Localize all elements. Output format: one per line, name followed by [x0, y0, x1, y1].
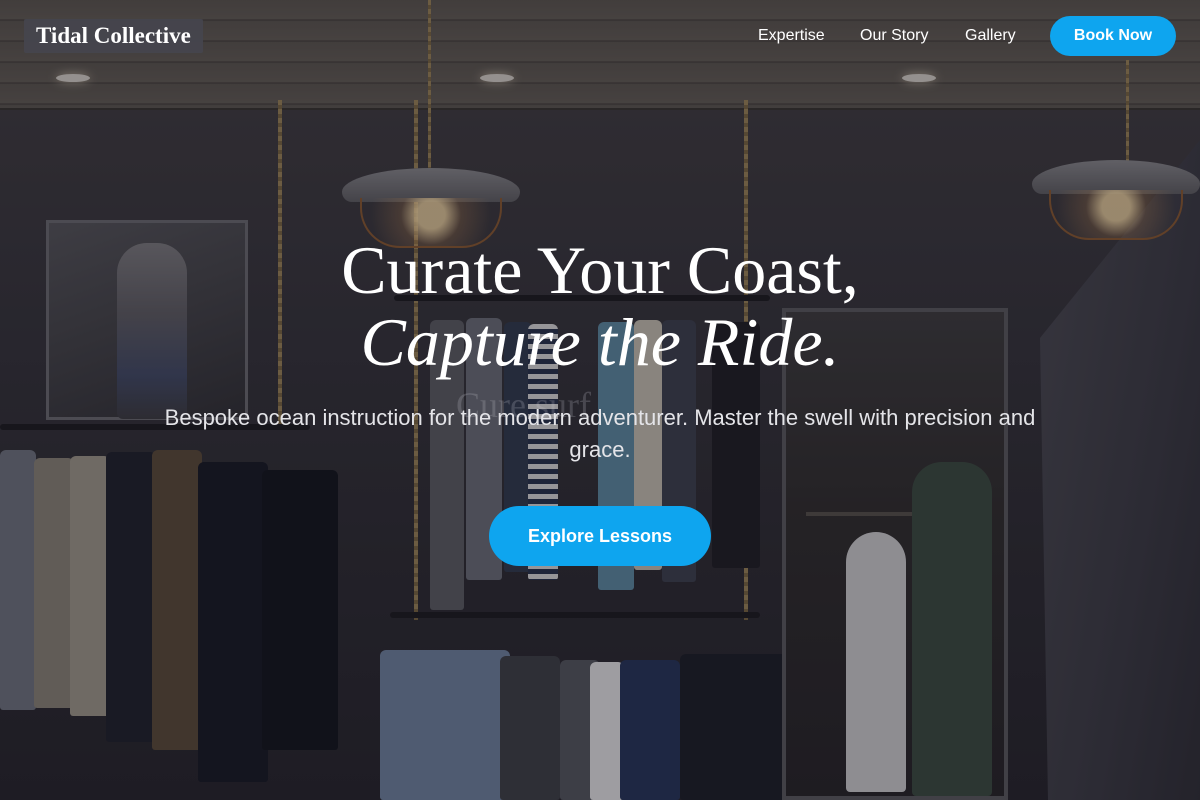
explore-lessons-button[interactable]: Explore Lessons: [489, 506, 711, 566]
brand-logo[interactable]: Tidal Collective: [24, 19, 203, 53]
book-now-button[interactable]: Book Now: [1050, 16, 1176, 56]
hero-section: Cure surf Tidal Collective Expertise Our…: [0, 0, 1200, 800]
hero-headline: Curate Your Coast, Capture the Ride.: [0, 234, 1200, 378]
nav-link-gallery[interactable]: Gallery: [965, 26, 1016, 46]
top-nav: Tidal Collective Expertise Our Story Gal…: [0, 0, 1200, 72]
headline-line-1: Curate Your Coast,: [341, 232, 859, 308]
headline-line-2: Capture the Ride.: [360, 304, 840, 380]
background-overlay: [0, 0, 1200, 800]
nav-link-our-story[interactable]: Our Story: [860, 26, 928, 46]
nav-link-expertise[interactable]: Expertise: [758, 26, 825, 46]
hero-subheading: Bespoke ocean instruction for the modern…: [164, 405, 1036, 462]
